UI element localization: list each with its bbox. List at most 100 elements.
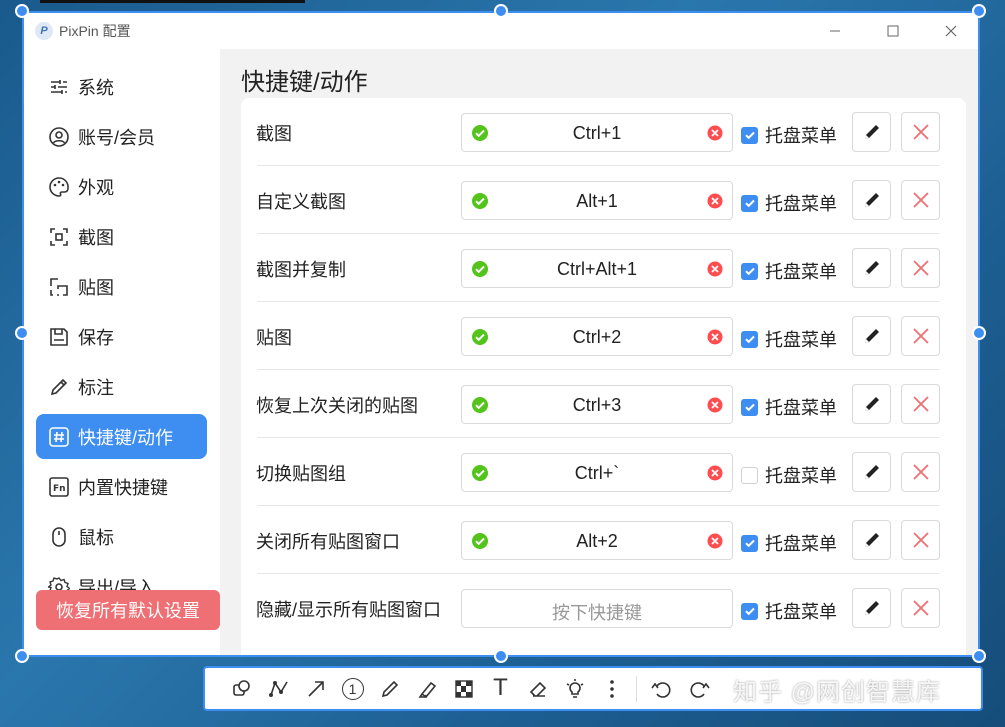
delete-button[interactable] xyxy=(901,520,940,560)
edit-button[interactable] xyxy=(852,520,891,560)
delete-button[interactable] xyxy=(901,180,940,220)
bulb-tool-button[interactable] xyxy=(556,670,593,707)
sidebar-item-7[interactable]: 快捷键/动作 xyxy=(36,414,207,459)
mosaic-tool-button[interactable] xyxy=(445,670,482,707)
action-name: 截图 xyxy=(256,124,292,144)
edit-button[interactable] xyxy=(852,316,891,356)
sidebar-item-0[interactable]: 系统 xyxy=(36,64,207,109)
clear-icon[interactable] xyxy=(707,125,723,141)
clear-icon[interactable] xyxy=(707,329,723,345)
resize-handle-ml[interactable] xyxy=(15,326,29,340)
sidebar-item-label: 贴图 xyxy=(78,277,114,298)
tray-checkbox[interactable] xyxy=(741,398,758,416)
shortcut-input[interactable]: Ctrl+` xyxy=(461,453,733,492)
edit-button[interactable] xyxy=(852,112,891,152)
tray-menu-toggle[interactable]: 托盘菜单 xyxy=(741,394,837,420)
sidebar-item-4[interactable]: 贴图 xyxy=(36,264,207,309)
resize-handle-tr[interactable] xyxy=(972,4,986,18)
shortcut-input[interactable]: Ctrl+1 xyxy=(461,113,733,152)
shortcut-row: 关闭所有贴图窗口 Alt+2 托盘菜单 xyxy=(241,506,966,574)
close-icon xyxy=(912,124,929,140)
action-name: 恢复上次关闭的贴图 xyxy=(256,396,418,416)
shortcut-input[interactable]: Alt+2 xyxy=(461,521,733,560)
sidebar-item-label: 保存 xyxy=(78,327,114,348)
marker-tool-button[interactable] xyxy=(408,670,445,707)
tray-label: 托盘菜单 xyxy=(765,262,837,282)
tray-checkbox[interactable] xyxy=(741,262,758,280)
edit-button[interactable] xyxy=(852,384,891,424)
resize-handle-tl[interactable] xyxy=(15,4,29,18)
shape-tool-button[interactable] xyxy=(223,670,260,707)
pencil-tool-button[interactable] xyxy=(371,670,408,707)
sidebar-item-5[interactable]: 保存 xyxy=(36,314,207,359)
sidebar-item-8[interactable]: Fn 内置快捷键 xyxy=(36,464,207,509)
action-name: 切换贴图组 xyxy=(256,464,346,484)
tray-checkbox[interactable] xyxy=(741,194,758,212)
tray-menu-toggle[interactable]: 托盘菜单 xyxy=(741,530,837,556)
tray-menu-toggle[interactable]: 托盘菜单 xyxy=(741,258,837,284)
edit-button[interactable] xyxy=(852,452,891,492)
tray-checkbox[interactable] xyxy=(741,534,758,552)
action-name: 隐藏/显示所有贴图窗口 xyxy=(256,600,441,620)
shortcut-input[interactable]: Ctrl+3 xyxy=(461,385,733,424)
shortcut-input[interactable]: 按下快捷键 xyxy=(461,589,733,628)
undo-tool-button[interactable] xyxy=(643,670,680,707)
clear-icon[interactable] xyxy=(707,193,723,209)
number-icon: 1 xyxy=(341,677,364,700)
clear-icon[interactable] xyxy=(707,261,723,277)
tray-menu-toggle[interactable]: 托盘菜单 xyxy=(741,598,837,624)
shortcut-row: 自定义截图 Alt+1 托盘菜单 xyxy=(241,166,966,234)
tray-checkbox[interactable] xyxy=(741,330,758,348)
tray-menu-toggle[interactable]: 托盘菜单 xyxy=(741,122,837,148)
checkmark-icon xyxy=(744,335,755,344)
crop-icon xyxy=(48,226,70,248)
delete-button[interactable] xyxy=(901,452,940,492)
shortcut-input[interactable]: Ctrl+2 xyxy=(461,317,733,356)
sidebar-item-1[interactable]: 账号/会员 xyxy=(36,114,207,159)
clear-icon[interactable] xyxy=(707,533,723,549)
resize-handle-bl[interactable] xyxy=(15,649,29,663)
delete-button[interactable] xyxy=(901,588,940,628)
tray-menu-toggle[interactable]: 托盘菜单 xyxy=(741,326,837,352)
tray-checkbox[interactable] xyxy=(741,602,758,620)
tray-menu-toggle[interactable]: 托盘菜单 xyxy=(741,462,837,488)
tray-checkbox[interactable] xyxy=(741,466,758,484)
redo-tool-button[interactable] xyxy=(680,670,717,707)
sidebar-item-3[interactable]: 截图 xyxy=(36,214,207,259)
polyline-tool-button[interactable] xyxy=(260,670,297,707)
resize-handle-tc[interactable] xyxy=(494,4,508,18)
resize-handle-mr[interactable] xyxy=(972,326,986,340)
clear-icon[interactable] xyxy=(707,465,723,481)
edit-button[interactable] xyxy=(852,588,891,628)
minimize-button[interactable] xyxy=(806,12,864,49)
shortcut-row: 切换贴图组 Ctrl+` 托盘菜单 xyxy=(241,438,966,506)
shortcut-input[interactable]: Alt+1 xyxy=(461,181,733,220)
edit-button[interactable] xyxy=(852,180,891,220)
pencil-icon xyxy=(864,465,879,479)
sidebar-item-label: 系统 xyxy=(78,77,114,98)
resize-handle-bc[interactable] xyxy=(494,649,508,663)
tray-label: 托盘菜单 xyxy=(765,330,837,350)
action-name: 关闭所有贴图窗口 xyxy=(256,532,400,552)
text-tool-button[interactable]: T xyxy=(482,670,519,707)
arrow-tool-button[interactable] xyxy=(297,670,334,707)
sidebar-item-9[interactable]: 鼠标 xyxy=(36,514,207,559)
reset-defaults-button[interactable]: 恢复所有默认设置 xyxy=(36,590,220,630)
clear-icon[interactable] xyxy=(707,397,723,413)
number-tool-button[interactable]: 1 xyxy=(334,670,371,707)
shortcut-input[interactable]: Ctrl+Alt+1 xyxy=(461,249,733,288)
sidebar-item-6[interactable]: 标注 xyxy=(36,364,207,409)
maximize-button[interactable] xyxy=(864,12,922,49)
tray-menu-toggle[interactable]: 托盘菜单 xyxy=(741,190,837,216)
resize-handle-br[interactable] xyxy=(972,649,986,663)
delete-button[interactable] xyxy=(901,248,940,288)
delete-button[interactable] xyxy=(901,112,940,152)
edit-button[interactable] xyxy=(852,248,891,288)
close-button[interactable] xyxy=(922,12,980,49)
delete-button[interactable] xyxy=(901,384,940,424)
tray-checkbox[interactable] xyxy=(741,126,758,144)
sidebar-item-2[interactable]: 外观 xyxy=(36,164,207,209)
more-tool-button[interactable] xyxy=(593,670,630,707)
eraser-tool-button[interactable] xyxy=(519,670,556,707)
delete-button[interactable] xyxy=(901,316,940,356)
